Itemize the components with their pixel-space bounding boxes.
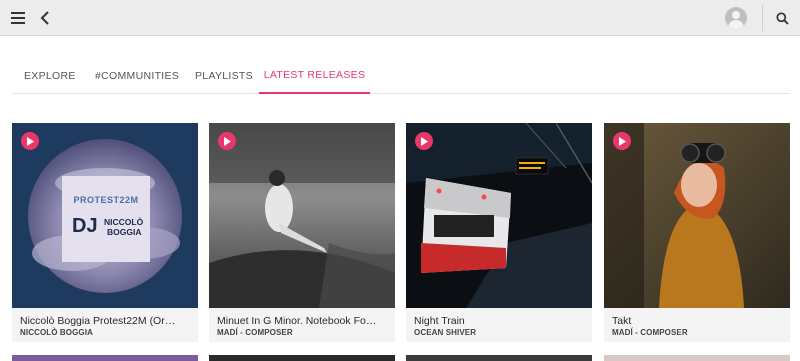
release-artist: MADÍ - COMPOSER: [217, 328, 293, 337]
art-text-name2: BOGGIA: [107, 227, 142, 237]
release-card[interactable]: Minuet In G Minor. Notebook Fo… MADÍ - C…: [209, 123, 395, 342]
toolbar-divider: [762, 5, 763, 31]
album-art: [604, 123, 790, 308]
play-icon: [421, 136, 428, 146]
search-icon: [775, 11, 789, 25]
release-title: Niccolò Boggia Protest22M (Or…: [20, 315, 176, 327]
album-art: [406, 123, 592, 308]
tab-bar: EXPLORE #COMMUNITIES PLAYLISTS LATEST RE…: [12, 58, 790, 94]
user-avatar-icon[interactable]: [725, 7, 747, 29]
release-card[interactable]: PROTEST22M DJ NICCOLÒ BOGGIA Niccolò Bog…: [12, 123, 198, 342]
play-icon: [619, 136, 626, 146]
hamburger-icon: [11, 12, 25, 24]
play-icon: [27, 136, 34, 146]
tab-explore[interactable]: EXPLORE: [24, 58, 76, 93]
release-title: Takt: [612, 315, 632, 327]
album-art: [209, 123, 395, 308]
play-button[interactable]: [415, 132, 433, 150]
next-row-card[interactable]: [604, 355, 790, 361]
play-button[interactable]: [613, 132, 631, 150]
top-bar: [0, 0, 800, 36]
next-row-card[interactable]: [406, 355, 592, 361]
next-row-card[interactable]: [209, 355, 395, 361]
art-text-name1: NICCOLÒ: [104, 217, 144, 227]
next-row-card[interactable]: [12, 355, 198, 361]
release-artist: MADÍ - COMPOSER: [612, 328, 688, 337]
release-artist: NICCOLÒ BOGGIA: [20, 328, 93, 337]
release-card[interactable]: Night Train OCEAN SHIVER: [406, 123, 592, 342]
release-card[interactable]: Takt MADÍ - COMPOSER: [604, 123, 790, 342]
tab-communities[interactable]: #COMMUNITIES: [95, 58, 179, 93]
tab-playlists[interactable]: PLAYLISTS: [195, 58, 253, 93]
menu-button[interactable]: [8, 0, 28, 36]
release-title: Night Train: [414, 315, 465, 327]
art-text-dj: DJ: [72, 215, 98, 237]
play-button[interactable]: [21, 132, 39, 150]
play-button[interactable]: [218, 132, 236, 150]
release-title: Minuet In G Minor. Notebook Fo…: [217, 315, 377, 327]
play-icon: [224, 136, 231, 146]
back-button[interactable]: [36, 0, 54, 36]
release-artist: OCEAN SHIVER: [414, 328, 477, 337]
album-art: PROTEST22M DJ NICCOLÒ BOGGIA: [12, 123, 198, 308]
art-text-protest: PROTEST22M: [73, 195, 139, 205]
tab-latest-releases[interactable]: LATEST RELEASES: [259, 58, 370, 94]
search-button[interactable]: [772, 0, 792, 36]
chevron-left-icon: [40, 11, 49, 25]
